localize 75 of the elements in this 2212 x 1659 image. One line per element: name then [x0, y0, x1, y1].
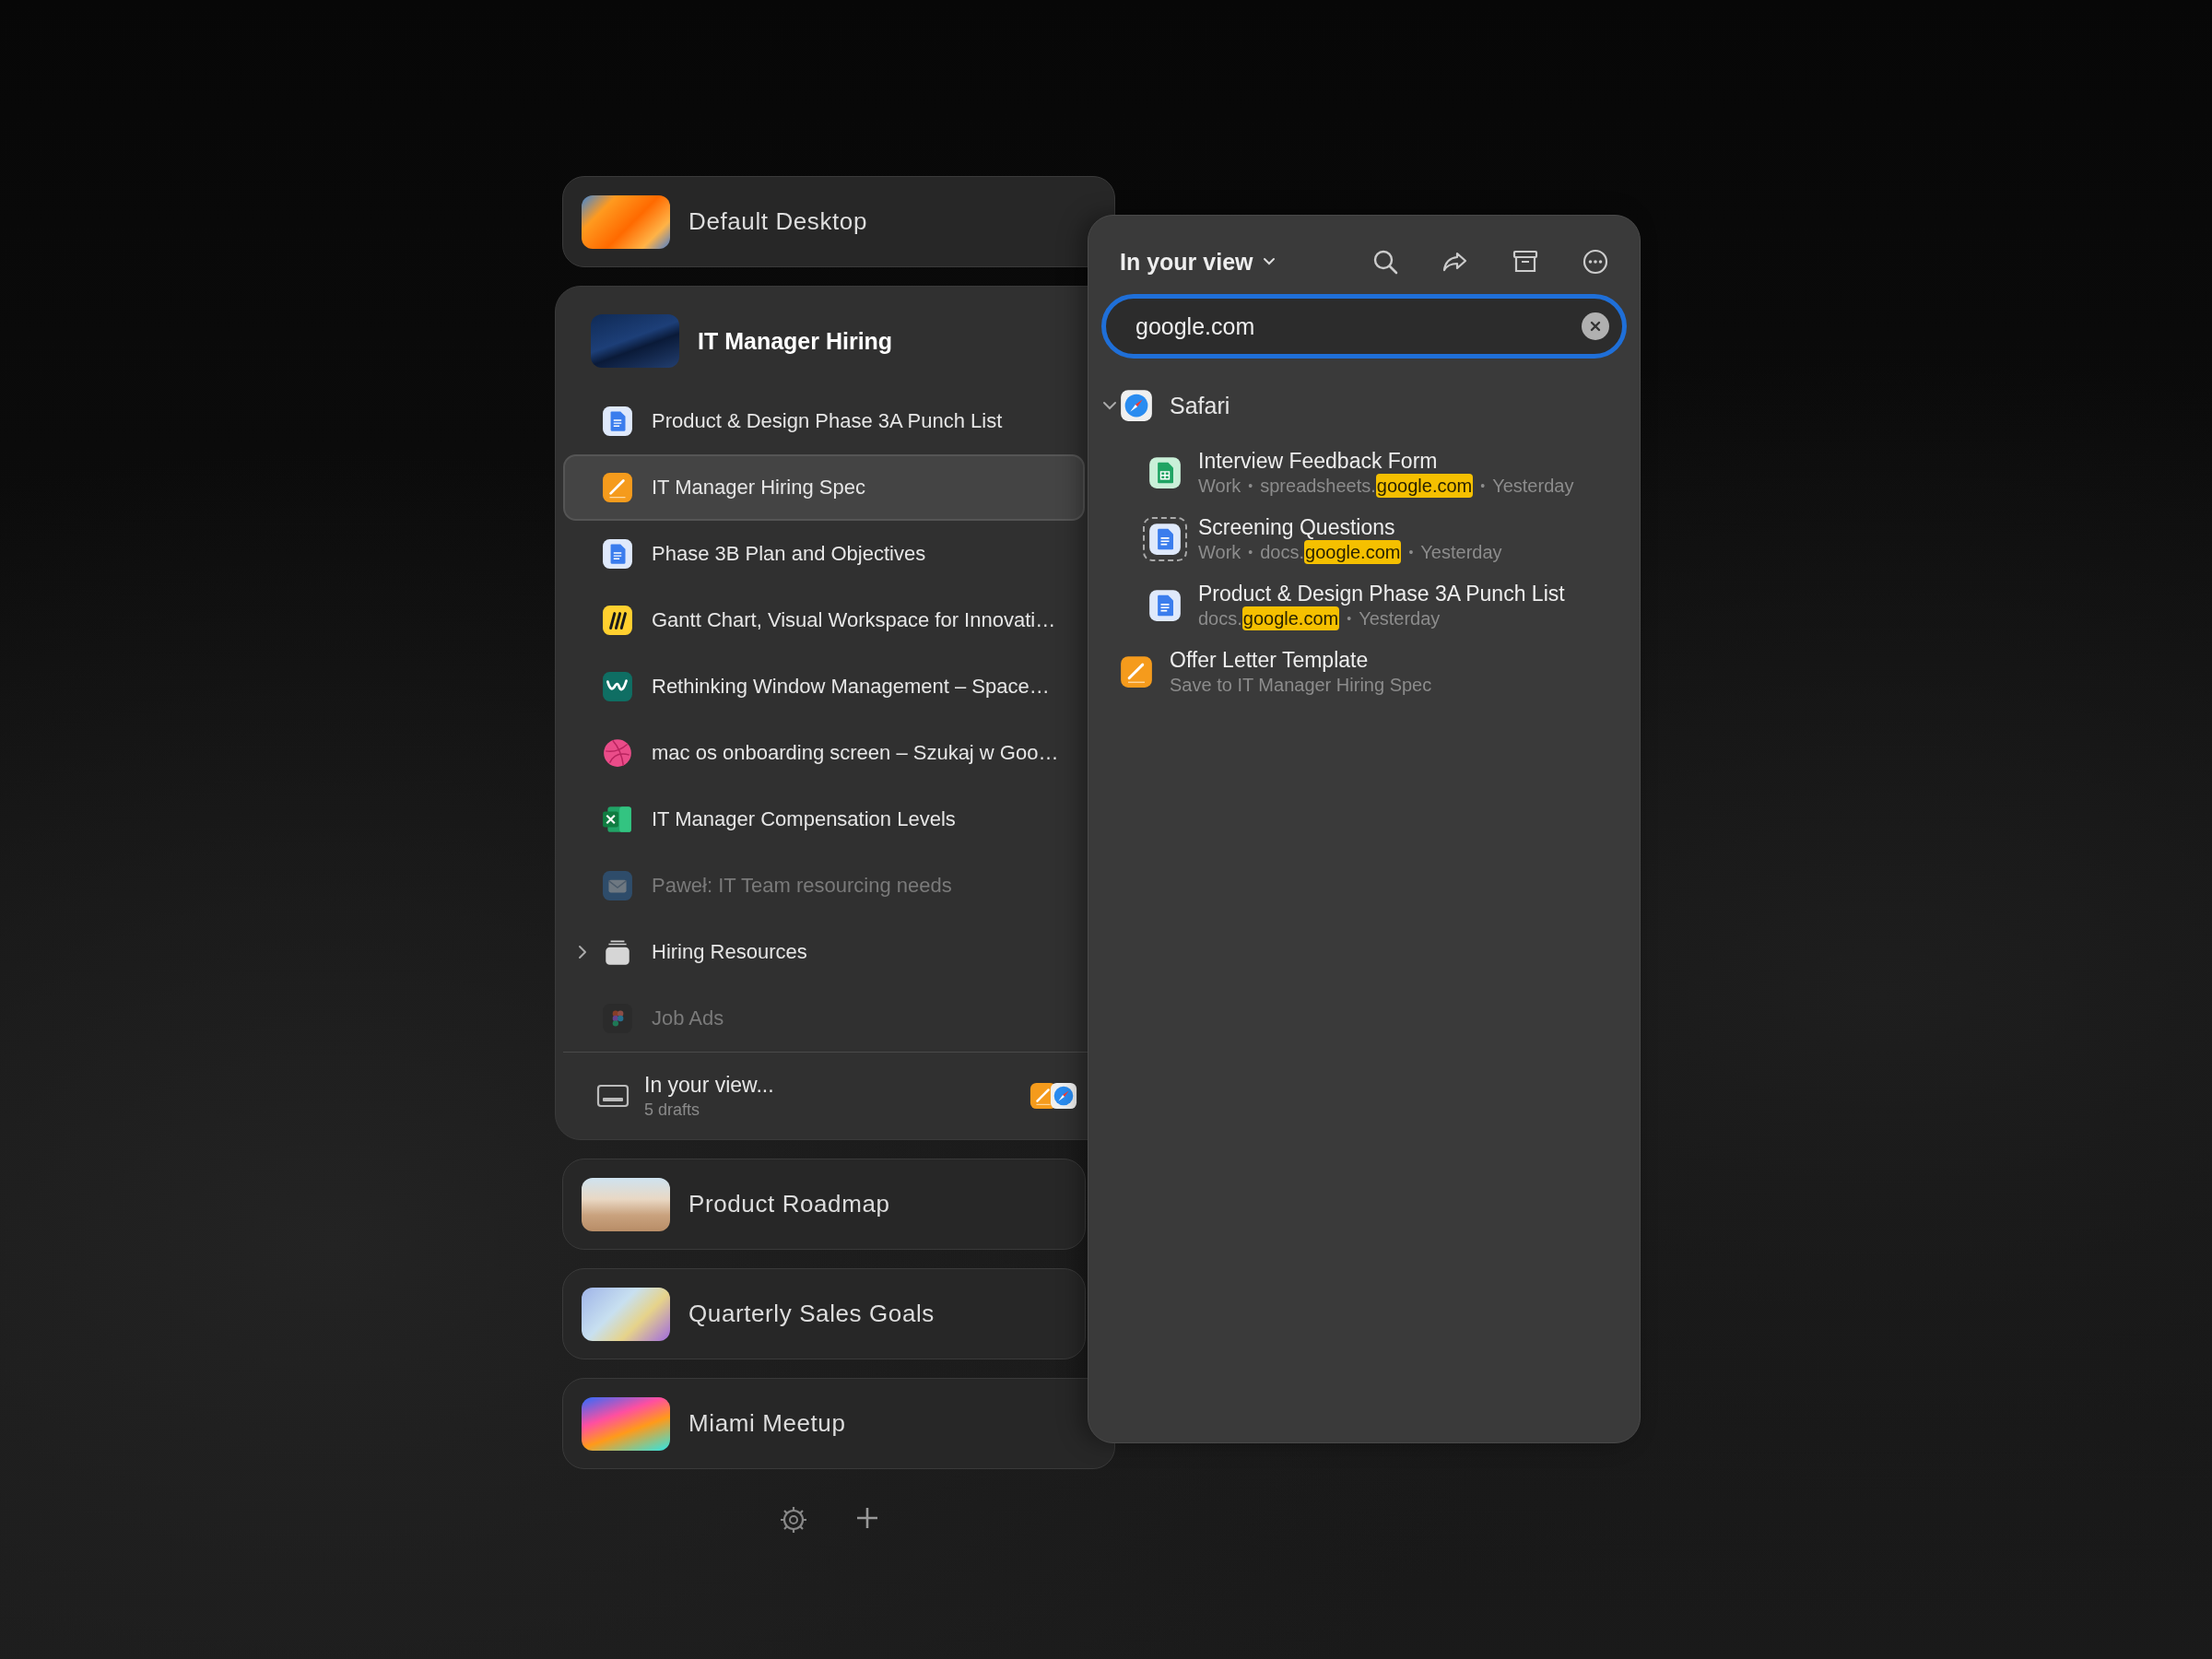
desktop-name: Default Desktop — [688, 207, 867, 236]
list-item[interactable]: Rethinking Window Management – Space… — [563, 653, 1085, 720]
result-meta: Work — [1198, 475, 1241, 498]
desktop-card[interactable]: Product Roadmap — [562, 1159, 1086, 1250]
close-icon — [1589, 320, 1602, 333]
drafts-title: In your view... — [644, 1072, 775, 1098]
document-icon — [602, 538, 633, 570]
desktop-name: Product Roadmap — [688, 1190, 890, 1218]
wave-icon — [602, 671, 633, 702]
result-meta: docs. — [1198, 607, 1242, 630]
item-title: Gantt Chart, Visual Workspace for Innovati… — [652, 608, 1056, 632]
pen-icon — [602, 472, 633, 503]
desktop-name: IT Manager Hiring — [698, 327, 893, 355]
envelope-icon — [602, 870, 633, 901]
result-meta: Save to IT Manager Hiring Spec — [1170, 674, 1432, 697]
app-group-row[interactable]: Safari — [1101, 379, 1627, 432]
item-title: Paweł: IT Team resourcing needs — [652, 874, 952, 898]
result-row[interactable]: Screening Questions Work • docs.google.com • Yesterday — [1101, 506, 1627, 572]
separator-dot: • — [1480, 477, 1486, 495]
pen-icon — [1120, 655, 1153, 688]
chevron-icon[interactable] — [1101, 399, 1118, 412]
match-highlight: google.com — [1241, 606, 1340, 630]
app-name: Safari — [1170, 392, 1230, 419]
item-title: Product & Design Phase 3A Punch List — [652, 409, 1003, 433]
list-item[interactable]: IT Manager Compensation Levels — [563, 786, 1085, 853]
result-row[interactable]: Product & Design Phase 3A Punch List docs.google.com • Yesterday — [1101, 572, 1627, 639]
result-meta: docs. — [1260, 541, 1305, 564]
desktop-name: Quarterly Sales Goals — [688, 1300, 935, 1328]
result-title: Product & Design Phase 3A Punch List — [1198, 581, 1565, 606]
result-meta: Work — [1198, 541, 1241, 564]
list-item[interactable]: Hiring Resources — [563, 919, 1085, 985]
list-item[interactable]: mac os onboarding screen – Szukaj w Goo… — [563, 720, 1085, 786]
desktop-card[interactable]: Quarterly Sales Goals — [562, 1268, 1086, 1359]
separator-dot: • — [1347, 610, 1352, 628]
item-title: IT Manager Hiring Spec — [652, 476, 865, 500]
document-icon — [602, 406, 633, 437]
list-item[interactable]: Product & Design Phase 3A Punch List — [563, 388, 1085, 454]
desktop-card[interactable]: Miami Meetup — [562, 1378, 1115, 1469]
result-title: Screening Questions — [1198, 514, 1396, 540]
separator-dot: • — [1248, 544, 1253, 561]
item-title: Phase 3B Plan and Objectives — [652, 542, 926, 566]
drafts-count: 5 drafts — [644, 1100, 701, 1120]
card-icon — [596, 1083, 629, 1109]
result-meta: Yesterday — [1359, 607, 1441, 630]
list-item[interactable]: Gantt Chart, Visual Workspace for Innovati… — [563, 587, 1085, 653]
ball-icon — [602, 737, 633, 769]
match-highlight: google.com — [1304, 540, 1402, 564]
list-item[interactable]: Phase 3B Plan and Objectives — [563, 521, 1085, 587]
separator-dot: • — [1408, 544, 1414, 561]
search-field[interactable]: google.com — [1101, 294, 1627, 359]
item-title: Rethinking Window Management – Space… — [652, 675, 1050, 699]
separator-dot: • — [1248, 477, 1253, 495]
compass-icon — [1050, 1082, 1077, 1110]
result-meta: Yesterday — [1420, 541, 1502, 564]
result-title: Offer Letter Template — [1170, 647, 1370, 673]
compass-icon — [1120, 389, 1153, 422]
result-meta: Yesterday — [1492, 475, 1574, 498]
item-title: Hiring Resources — [652, 940, 807, 964]
result-row[interactable]: Offer Letter Template Save to IT Manager Hiring Spec — [1101, 639, 1627, 705]
result-title: Interview Feedback Form — [1198, 448, 1439, 474]
view-menu-button[interactable]: In your view — [1120, 248, 1277, 276]
result-row[interactable]: Interview Feedback Form Work • spreadsheets.google.com • Yesterday — [1101, 440, 1627, 506]
item-title: Job Ads — [652, 1006, 724, 1030]
gear-icon — [778, 1504, 809, 1535]
list-item[interactable]: IT Manager Hiring Spec — [563, 454, 1085, 521]
caret-icon — [1262, 256, 1277, 267]
item-title: IT Manager Compensation Levels — [652, 807, 956, 831]
item-title: mac os onboarding screen – Szukaj w Goo… — [652, 741, 1059, 765]
stripes-icon — [602, 605, 633, 636]
desktop-name: Miami Meetup — [688, 1409, 846, 1438]
match-highlight: google.com — [1375, 474, 1474, 498]
desktop-card[interactable]: Default Desktop — [562, 176, 1115, 267]
x-tile-icon — [602, 804, 633, 835]
result-meta: spreadsheets. — [1260, 475, 1376, 498]
chevron-icon[interactable] — [576, 944, 589, 960]
